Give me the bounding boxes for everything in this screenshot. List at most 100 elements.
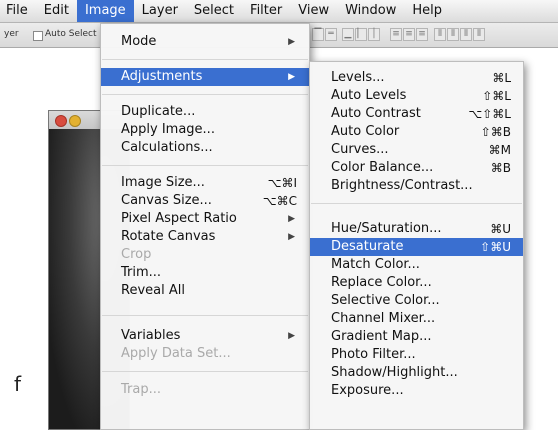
menu-item-label: Auto Color xyxy=(331,124,400,139)
menu-item-reveal-all[interactable]: Reveal All xyxy=(101,282,309,300)
menu-item-shortcut: ⇧⌘B xyxy=(480,125,511,139)
align-center-icon[interactable]: │ xyxy=(368,28,380,41)
menu-item-label: Channel Mixer... xyxy=(331,311,436,326)
menu-item-shortcut: ⌥⌘I xyxy=(267,176,297,190)
close-icon[interactable] xyxy=(55,115,67,127)
menu-separator xyxy=(311,203,522,204)
auto-select-checkbox[interactable] xyxy=(33,31,43,41)
submenu-arrow-icon: ▶ xyxy=(288,232,295,242)
minimize-icon[interactable] xyxy=(69,115,81,127)
layer-label: yer xyxy=(4,29,19,39)
menu-file[interactable]: File xyxy=(0,0,36,22)
menu-item-variables[interactable]: Variables ▶ xyxy=(101,327,309,345)
menu-item-auto-color[interactable]: Auto Color ⇧⌘B xyxy=(310,123,523,141)
distribute-middle-icon[interactable]: ≡ xyxy=(403,28,415,41)
menu-item-pixel-aspect-ratio[interactable]: Pixel Aspect Ratio ▶ xyxy=(101,210,309,228)
menu-item-shadow-highlight[interactable]: Shadow/Highlight... xyxy=(310,364,523,382)
stray-text: f xyxy=(14,372,22,396)
image-menu: Mode ▶ Adjustments ▶ Duplicate... Apply … xyxy=(100,23,310,430)
menu-item-label: Desaturate xyxy=(331,239,404,254)
menu-item-label: Reveal All xyxy=(121,283,185,298)
align-buttons-2: ▁ ▏ │ xyxy=(342,28,380,41)
menu-item-shortcut: ⌘U xyxy=(490,222,511,236)
menu-item-match-color[interactable]: Match Color... xyxy=(310,256,523,274)
auto-select-label: Auto Select xyxy=(45,29,97,39)
menu-item-calculations[interactable]: Calculations... xyxy=(101,139,309,157)
menu-item-color-balance[interactable]: Color Balance... ⌘B xyxy=(310,159,523,177)
adjustments-submenu: Levels... ⌘L Auto Levels ⇧⌘L Auto Contra… xyxy=(309,61,524,430)
menu-item-label: Selective Color... xyxy=(331,293,440,308)
menu-item-label: Pixel Aspect Ratio xyxy=(121,211,237,226)
menu-window[interactable]: Window xyxy=(337,0,404,22)
align-left-icon[interactable]: ▏ xyxy=(355,28,367,41)
menu-item-channel-mixer[interactable]: Channel Mixer... xyxy=(310,310,523,328)
menu-item-apply-data-set: Apply Data Set... xyxy=(101,345,309,363)
menu-item-curves[interactable]: Curves... ⌘M xyxy=(310,141,523,159)
menu-item-apply-image[interactable]: Apply Image... xyxy=(101,121,309,139)
menu-item-label: Canvas Size... xyxy=(121,193,212,208)
distribute-buttons: ≡ ≡ ≡ xyxy=(390,28,428,41)
distribute-extra-icon[interactable]: ⫴ xyxy=(473,28,485,41)
menu-separator xyxy=(102,165,308,166)
distribute-center-icon[interactable]: ⫴ xyxy=(447,28,459,41)
menu-item-auto-contrast[interactable]: Auto Contrast ⌥⇧⌘L xyxy=(310,105,523,123)
menu-item-canvas-size[interactable]: Canvas Size... ⌥⌘C xyxy=(101,192,309,210)
menu-item-label: Levels... xyxy=(331,70,385,85)
menu-filter[interactable]: Filter xyxy=(242,0,290,22)
menu-item-shortcut: ⇧⌘U xyxy=(480,240,511,254)
menu-select[interactable]: Select xyxy=(186,0,242,22)
menu-item-trap: Trap... xyxy=(101,381,309,399)
menu-item-mode[interactable]: Mode ▶ xyxy=(101,33,309,51)
menu-separator xyxy=(102,315,308,316)
menu-item-photo-filter[interactable]: Photo Filter... xyxy=(310,346,523,364)
menu-item-label: Apply Image... xyxy=(121,122,215,137)
menu-separator xyxy=(102,371,308,372)
menu-separator xyxy=(102,94,308,95)
menu-item-duplicate[interactable]: Duplicate... xyxy=(101,103,309,121)
menu-layer[interactable]: Layer xyxy=(134,0,186,22)
menu-item-replace-color[interactable]: Replace Color... xyxy=(310,274,523,292)
menu-help[interactable]: Help xyxy=(404,0,450,22)
menu-item-gradient-map[interactable]: Gradient Map... xyxy=(310,328,523,346)
menu-item-label: Curves... xyxy=(331,142,389,157)
menu-item-rotate-canvas[interactable]: Rotate Canvas ▶ xyxy=(101,228,309,246)
menu-bar: File Edit Image Layer Select Filter View… xyxy=(0,0,558,23)
distribute-left-icon[interactable]: ⫴ xyxy=(434,28,446,41)
menu-edit[interactable]: Edit xyxy=(36,0,77,22)
menu-item-brightness-contrast[interactable]: Brightness/Contrast... xyxy=(310,177,523,195)
distribute-top-icon[interactable]: ≡ xyxy=(390,28,402,41)
menu-item-image-size[interactable]: Image Size... ⌥⌘I xyxy=(101,174,309,192)
menu-item-label: Gradient Map... xyxy=(331,329,432,344)
distribute-right-icon[interactable]: ⫴ xyxy=(460,28,472,41)
menu-item-shortcut: ⌘M xyxy=(488,143,511,157)
menu-view[interactable]: View xyxy=(290,0,337,22)
menu-item-label: Variables xyxy=(121,328,181,343)
distribute-bottom-icon[interactable]: ≡ xyxy=(416,28,428,41)
menu-item-levels[interactable]: Levels... ⌘L xyxy=(310,69,523,87)
menu-item-label: Rotate Canvas xyxy=(121,229,216,244)
align-bottom-icon[interactable]: ▁ xyxy=(342,28,354,41)
menu-item-label: Hue/Saturation... xyxy=(331,221,442,236)
menu-item-label: Trap... xyxy=(121,382,161,397)
align-middle-icon[interactable]: ═ xyxy=(325,28,337,41)
menu-item-label: Shadow/Highlight... xyxy=(331,365,458,380)
menu-item-crop: Crop xyxy=(101,246,309,264)
align-top-icon[interactable]: ▔ xyxy=(312,28,324,41)
menu-item-adjustments[interactable]: Adjustments ▶ xyxy=(101,68,309,86)
align-buttons: ▔ ═ xyxy=(312,28,337,41)
submenu-arrow-icon: ▶ xyxy=(288,331,295,341)
menu-item-auto-levels[interactable]: Auto Levels ⇧⌘L xyxy=(310,87,523,105)
menu-item-label: Duplicate... xyxy=(121,104,196,119)
menu-item-desaturate[interactable]: Desaturate ⇧⌘U xyxy=(310,238,523,256)
menu-item-label: Apply Data Set... xyxy=(121,346,231,361)
menu-item-selective-color[interactable]: Selective Color... xyxy=(310,292,523,310)
menu-image[interactable]: Image xyxy=(76,0,134,22)
menu-item-hue-saturation[interactable]: Hue/Saturation... ⌘U xyxy=(310,220,523,238)
menu-item-shortcut: ⌥⌘C xyxy=(262,194,297,208)
menu-item-label: Adjustments xyxy=(121,69,203,84)
menu-item-exposure[interactable]: Exposure... xyxy=(310,382,523,400)
menu-item-shortcut: ⇧⌘L xyxy=(482,89,511,103)
menu-item-shortcut: ⌥⇧⌘L xyxy=(468,107,511,121)
menu-item-trim[interactable]: Trim... xyxy=(101,264,309,282)
menu-item-shortcut: ⌘L xyxy=(492,71,511,85)
